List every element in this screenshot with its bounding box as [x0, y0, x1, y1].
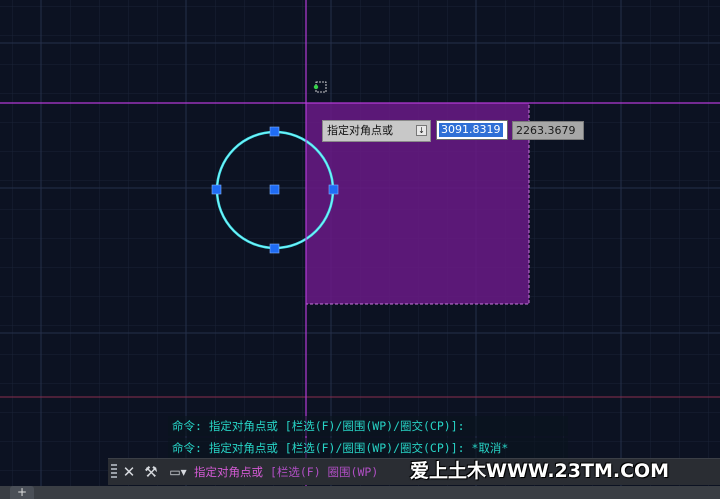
- close-icon[interactable]: ✕: [120, 462, 138, 482]
- grip-center[interactable]: [269, 184, 280, 195]
- dynamic-input-x-value: 3091.8319: [439, 123, 503, 137]
- drag-handle[interactable]: [111, 464, 117, 480]
- grip-bottom[interactable]: [269, 243, 280, 254]
- grip-right[interactable]: [328, 184, 339, 195]
- command-history: 命令: 指定对角点或 [栏选(F)/圈围(WP)/圈交(CP)]: 命令: 指定…: [168, 416, 568, 460]
- grip-top[interactable]: [269, 126, 280, 137]
- watermark: 爱上土木WWW.23TM.COM: [410, 460, 670, 482]
- dynamic-input-x-field[interactable]: 3091.8319: [436, 120, 508, 140]
- arrow-down-icon[interactable]: ↓: [416, 125, 427, 136]
- dynamic-input-y-field[interactable]: 2263.3679: [512, 121, 584, 140]
- command-history-line: 命令: 指定对角点或 [栏选(F)/圈围(WP)/圈交(CP)]:: [168, 416, 568, 436]
- add-layout-button[interactable]: +: [10, 486, 34, 499]
- wrench-icon[interactable]: ⚒: [142, 462, 160, 482]
- command-options[interactable]: [栏选(F) 圈围(WP): [270, 465, 378, 479]
- command-prompt: 指定对角点或: [194, 465, 263, 479]
- dynamic-input-prompt-label: 指定对角点或: [327, 124, 393, 137]
- grip-left[interactable]: [211, 184, 222, 195]
- recent-commands-icon[interactable]: ▭▾: [166, 462, 190, 482]
- snap-marker-icon: [313, 84, 319, 90]
- dynamic-input-y-value: 2263.3679: [516, 124, 576, 137]
- command-history-line: 命令: 指定对角点或 [栏选(F)/圈围(WP)/圈交(CP)]: *取消*: [168, 438, 568, 458]
- dynamic-input-prompt[interactable]: 指定对角点或 ↓: [322, 120, 431, 142]
- layout-tab-strip: +: [0, 486, 720, 499]
